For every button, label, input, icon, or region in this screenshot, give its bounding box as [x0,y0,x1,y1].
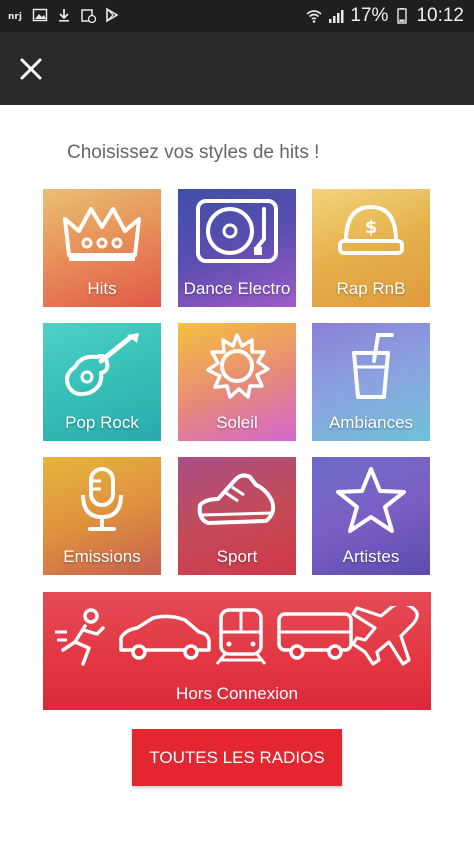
cap-icon: $ [326,197,416,267]
tile-label: Pop Rock [65,413,139,432]
guitar-icon [57,331,147,401]
system-icons: 17% 10:12 [306,5,464,27]
tile-label: Emissions [63,547,141,566]
battery-percent: 17% [350,5,389,26]
turntable-icon [192,197,282,267]
notification-icons: nrj [8,7,120,24]
calendar-icon [80,7,97,24]
tile-label: Ambiances [328,413,414,432]
tile-sport[interactable]: Sport [178,457,296,575]
bus-icon [277,612,353,660]
svg-text:nrj: nrj [8,12,22,22]
tile-ambiances[interactable]: Ambiances [312,323,430,441]
svg-text:$: $ [365,217,378,238]
crown-icon [57,197,147,267]
status-bar: nrj 17% 10:12 [0,0,474,32]
clock: 10:12 [416,5,464,26]
tile-label: Soleil [216,413,258,432]
tile-artistes[interactable]: Artistes [312,457,430,575]
train-icon [215,608,267,665]
tile-emissions[interactable]: Emissions [43,457,161,575]
sun-icon [192,331,282,401]
wifi-icon [306,8,322,24]
playstore-icon [104,7,120,23]
runner-icon [55,608,105,666]
car-icon [119,614,211,660]
tile-label: Sport [216,547,258,566]
tile-soleil[interactable]: Soleil [178,323,296,441]
close-icon [20,58,42,80]
tile-label: Hits [87,279,117,298]
signal-icon [328,8,344,24]
image-icon [32,7,48,23]
tile-label: Rap RnB [336,279,406,298]
battery-icon [394,8,410,24]
all-radios-button[interactable]: TOUTES LES RADIOS [132,729,342,786]
toolbar [0,32,474,105]
star-icon [326,465,416,535]
tile-pop-rock[interactable]: Pop Rock [43,323,161,441]
transport-icons [53,602,421,666]
microphone-icon [57,465,147,535]
download-icon [56,7,72,23]
tile-rap-rnb[interactable]: $ Rap RnB [312,189,430,307]
tile-hors-connexion[interactable]: Hors Connexion [43,592,431,710]
tile-label: Dance Electro [183,279,291,298]
tile-label: Artistes [342,547,400,566]
plane-icon [351,602,419,666]
nrj-app-icon: nrj [8,7,24,23]
close-button[interactable] [16,54,46,84]
page-title: Choisissez vos styles de hits ! [67,142,320,163]
sneaker-icon [192,465,282,535]
tile-dance-electro[interactable]: Dance Electro [178,189,296,307]
drink-icon [326,331,416,401]
tile-hits[interactable]: Hits [43,189,161,307]
tile-label: Hors Connexion [176,684,298,703]
